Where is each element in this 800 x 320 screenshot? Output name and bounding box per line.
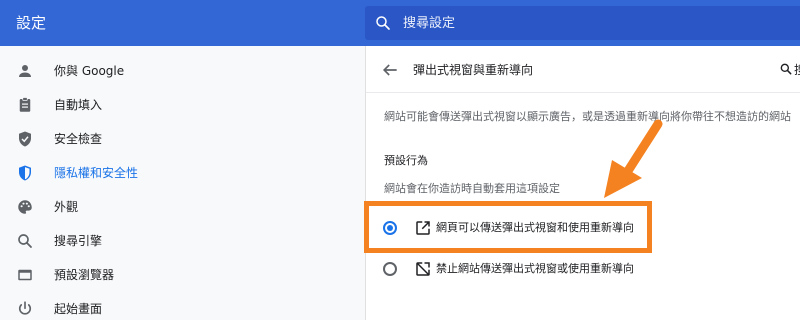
option-block-popups[interactable]: 禁止網站傳送彈出式視窗或使用重新導向 bbox=[366, 249, 800, 289]
sidebar-item-label: 自動填入 bbox=[54, 98, 103, 112]
palette-icon bbox=[18, 200, 32, 214]
sidebar-item-autofill[interactable]: 自動填入 bbox=[0, 88, 300, 122]
sidebar-item-you-and-google[interactable]: 你與 Google bbox=[0, 54, 300, 88]
search-icon[interactable] bbox=[779, 62, 793, 76]
privacy-shield-icon bbox=[19, 165, 31, 181]
sidebar-item-label: 起始畫面 bbox=[54, 302, 103, 316]
page-title: 彈出式視窗與重新導向 bbox=[413, 63, 534, 77]
sidebar-item-label: 預設瀏覽器 bbox=[54, 268, 115, 282]
app-title: 設定 bbox=[16, 14, 47, 32]
back-arrow-icon[interactable] bbox=[380, 60, 400, 80]
divider bbox=[366, 92, 800, 93]
page-description: 網站可能會傳送彈出式視窗以顯示廣告，或是透過重新導向將你帶往不想造訪的網站 bbox=[384, 110, 791, 123]
person-icon bbox=[19, 65, 31, 77]
sidebar: 你與 Google 自動填入 安全檢查 隱私權和安全性 外觀 搜尋引擎 預設瀏覽… bbox=[0, 46, 365, 320]
clipboard-icon bbox=[19, 97, 31, 112]
search-icon bbox=[376, 16, 390, 30]
sidebar-item-label: 外觀 bbox=[54, 200, 79, 214]
sidebar-item-privacy-and-security[interactable]: 隱私權和安全性 bbox=[0, 156, 300, 190]
sidebar-item-label: 隱私權和安全性 bbox=[54, 166, 139, 180]
sidebar-item-search-engine[interactable]: 搜尋引擎 bbox=[0, 224, 300, 258]
search-box[interactable] bbox=[365, 6, 800, 40]
sidebar-item-default-browser[interactable]: 預設瀏覽器 bbox=[0, 258, 300, 292]
radio-button-unselected[interactable] bbox=[383, 262, 397, 276]
sidebar-item-label: 你與 Google bbox=[54, 64, 125, 78]
blocked-popup-icon bbox=[416, 262, 430, 276]
section-subtitle: 網站會在你造訪時自動套用這項設定 bbox=[384, 182, 560, 195]
sidebar-item-label: 搜尋引擎 bbox=[54, 234, 103, 248]
search-input[interactable] bbox=[403, 6, 783, 40]
section-heading: 預設行為 bbox=[384, 154, 428, 167]
power-icon bbox=[18, 301, 32, 315]
shield-check-icon bbox=[19, 131, 31, 147]
top-bar: 設定 bbox=[0, 0, 800, 46]
site-search-label[interactable]: 搜 bbox=[794, 60, 800, 80]
sidebar-item-on-startup[interactable]: 起始畫面 bbox=[0, 292, 300, 320]
sidebar-item-safety-check[interactable]: 安全檢查 bbox=[0, 122, 300, 156]
annotation-arrow-icon bbox=[604, 119, 663, 198]
browser-icon bbox=[18, 269, 32, 281]
sidebar-item-label: 安全檢查 bbox=[54, 132, 103, 146]
search-icon bbox=[18, 234, 32, 248]
sidebar-item-appearance[interactable]: 外觀 bbox=[0, 190, 300, 224]
settings-content: 彈出式視窗與重新導向 搜 網站可能會傳送彈出式視窗以顯示廣告，或是透過重新導向將… bbox=[365, 46, 800, 320]
option-label: 禁止網站傳送彈出式視窗或使用重新導向 bbox=[436, 262, 634, 275]
highlight-box bbox=[364, 201, 652, 253]
